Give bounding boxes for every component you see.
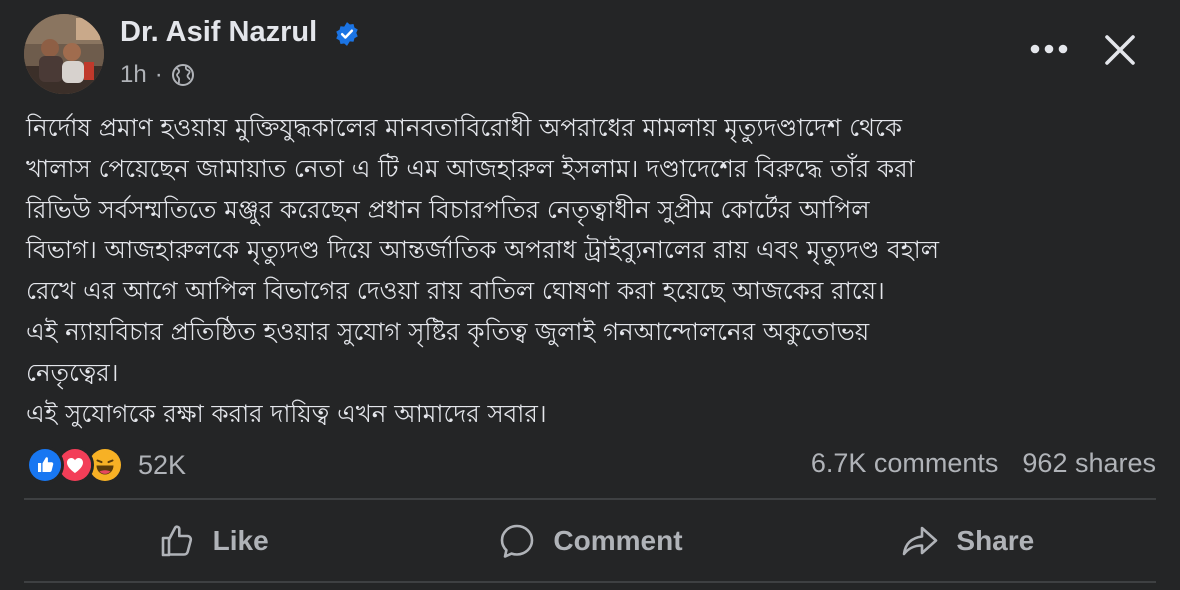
comment-icon <box>501 524 534 558</box>
like-reaction-icon <box>26 446 64 484</box>
reaction-summary[interactable]: 52K <box>26 444 186 486</box>
author-name[interactable]: Dr. Asif Nazrul <box>120 16 317 49</box>
post-body: নির্দোষ প্রমাণ হওয়ায় মুক্তিযুদ্ধকালের … <box>26 108 1160 434</box>
post-body-line: বিভাগ। আজহারুলকে মৃত্যুদণ্ড দিয়ে আন্তর্… <box>26 235 940 265</box>
share-label: Share <box>956 524 1035 556</box>
globe-icon[interactable] <box>171 63 195 87</box>
post-body-line: নেতৃত্বের। <box>26 357 119 387</box>
shares-count[interactable]: 962 shares <box>1022 448 1156 482</box>
meta-separator: · <box>154 61 163 88</box>
post-body-line: খালাস পেয়েছেন জামায়াত নেতা এ টি এম আজহ… <box>26 153 915 183</box>
close-icon[interactable] <box>1100 30 1140 70</box>
share-button[interactable]: Share <box>779 500 1156 581</box>
post-actions: Like Comment Share <box>24 500 1156 581</box>
post-meta: 1h · <box>120 60 195 90</box>
engagement-stats: 6.7K comments 962 shares <box>811 448 1156 482</box>
like-icon <box>161 524 192 556</box>
comments-count[interactable]: 6.7K comments <box>811 448 999 482</box>
verified-badge-icon <box>336 22 358 46</box>
share-icon <box>903 526 938 555</box>
post-body-line: রেখে এর আগে আপিল বিভাগের দেওয়া রায় বাত… <box>26 276 885 306</box>
like-button[interactable]: Like <box>24 500 401 581</box>
post-body-line: নির্দোষ প্রমাণ হওয়ায় মুক্তিযুদ্ধকালের … <box>26 113 902 142</box>
post-body-line: এই ন্যায়বিচার প্রতিষ্ঠিত হওয়ার সুযোগ স… <box>26 316 870 346</box>
more-options-icon[interactable] <box>1026 36 1072 62</box>
comment-button[interactable]: Comment <box>401 500 778 581</box>
facebook-post: Dr. Asif Nazrul 1h · নির্দোষ প্রমাণ হওয়… <box>0 0 1180 590</box>
post-body-line: রিভিউ সর্বসম্মতিতে মঞ্জুর করেছেন প্রধান … <box>26 194 870 224</box>
like-label: Like <box>212 524 269 556</box>
divider <box>24 581 1156 583</box>
post-body-line: এই সুযোগকে রক্ষা করার দায়িত্ব এখন আমাদে… <box>26 398 547 428</box>
author-avatar[interactable] <box>24 14 104 94</box>
reaction-count: 52K <box>138 449 187 480</box>
post-timestamp[interactable]: 1h <box>120 61 147 89</box>
comment-label: Comment <box>553 524 683 556</box>
